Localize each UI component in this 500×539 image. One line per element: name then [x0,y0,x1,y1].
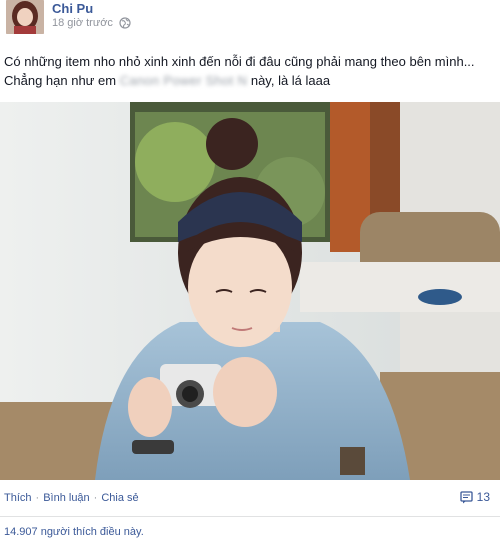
comment-count-value: 13 [476,490,490,504]
post-meta: 18 giờ trước [52,17,131,29]
post-header: Chi Pu 18 giờ trước [0,0,500,40]
share-link[interactable]: Chia sẻ [101,492,138,504]
post-text: Có những item nho nhỏ xinh xinh đến nỗi … [4,52,496,90]
author-name[interactable]: Chi Pu [52,1,93,16]
comment-count[interactable]: 13 [459,490,490,504]
post-text-line-2-start: Chẳng hạn như em [4,73,117,88]
post-timestamp[interactable]: 18 giờ trước [52,17,113,29]
comment-link[interactable]: Bình luận [43,492,89,504]
separator: · [93,492,98,504]
separator: · [35,492,40,504]
blurred-product-name: Canon Power Shot N [119,73,248,88]
globe-icon[interactable] [119,17,131,29]
likes-summary[interactable]: 14.907 người thích điều này. [4,526,144,538]
divider [0,516,500,517]
post-text-line-2: Chẳng hạn như em Canon Power Shot N này,… [4,71,496,90]
post-text-line-1: Có những item nho nhỏ xinh xinh đến nỗi … [4,54,475,69]
post-actions: Thích · Bình luận · Chia sẻ [4,492,139,504]
post-photo[interactable] [0,102,500,480]
post-text-line-2-end: này, là lá laaa [250,73,331,88]
like-link[interactable]: Thích [4,492,32,504]
avatar[interactable] [6,0,44,34]
comment-icon [459,490,473,504]
